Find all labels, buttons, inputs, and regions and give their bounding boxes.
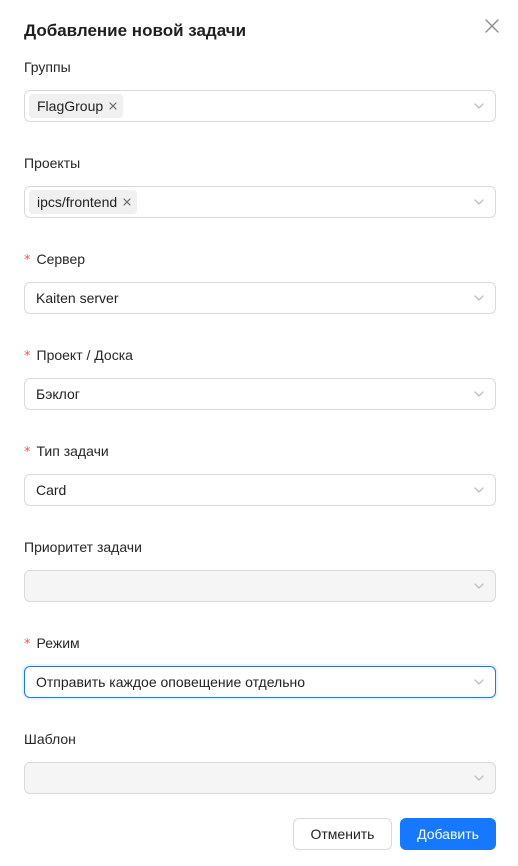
projects-label-text: Проекты <box>24 155 81 171</box>
server-select[interactable]: Kaiten server <box>24 282 496 314</box>
priority-label: Приоритет задачи <box>24 538 142 556</box>
remove-tag-icon[interactable] <box>107 100 119 112</box>
board-label-text: Проект / Доска <box>36 347 133 363</box>
modal-title: Добавление новой задачи <box>24 21 247 40</box>
priority-label-text: Приоритет задачи <box>24 539 142 555</box>
group-tag: FlagGroup <box>29 94 124 118</box>
chevron-down-icon <box>473 388 485 400</box>
submit-button[interactable]: Добавить <box>400 818 496 850</box>
chevron-down-icon <box>473 196 485 208</box>
groups-label-text: Группы <box>24 59 71 75</box>
template-label-text: Шаблон <box>24 731 76 747</box>
chevron-down-icon <box>473 580 485 592</box>
board-select[interactable]: Бэклог <box>24 378 496 410</box>
project-tag: ipcs/frontend <box>29 190 138 214</box>
mode-value: Отправить каждое оповещение отдельно <box>36 674 306 690</box>
server-label: * Сервер <box>24 250 85 270</box>
add-task-modal: Добавление новой задачи Группы FlagGroup… <box>0 0 518 866</box>
project-tag-label: ipcs/frontend <box>37 194 118 210</box>
groups-select[interactable]: FlagGroup <box>24 90 496 122</box>
projects-select[interactable]: ipcs/frontend <box>24 186 496 218</box>
server-label-text: Сервер <box>36 251 86 267</box>
mode-label-text: Режим <box>36 635 80 651</box>
projects-label: Проекты <box>24 154 80 172</box>
cancel-button[interactable]: Отменить <box>293 818 392 850</box>
mode-label: * Режим <box>24 634 80 654</box>
groups-label: Группы <box>24 58 71 76</box>
template-label: Шаблон <box>24 730 76 748</box>
chevron-down-icon <box>473 484 485 496</box>
required-mark: * <box>24 253 31 268</box>
task-type-value: Card <box>36 482 67 498</box>
group-tag-label: FlagGroup <box>37 98 104 114</box>
chevron-down-icon <box>473 772 485 784</box>
template-select[interactable] <box>24 762 496 794</box>
remove-tag-icon[interactable] <box>121 196 133 208</box>
close-icon[interactable] <box>482 16 502 36</box>
mode-select[interactable]: Отправить каждое оповещение отдельно <box>24 666 496 698</box>
required-mark: * <box>24 349 31 364</box>
board-label: * Проект / Доска <box>24 346 133 366</box>
chevron-down-icon <box>473 100 485 112</box>
priority-select[interactable] <box>24 570 496 602</box>
task-type-select[interactable]: Card <box>24 474 496 506</box>
chevron-down-icon <box>473 676 485 688</box>
task-type-label-text: Тип задачи <box>36 443 109 459</box>
required-mark: * <box>24 637 31 652</box>
task-type-label: * Тип задачи <box>24 442 109 462</box>
chevron-down-icon <box>473 292 485 304</box>
server-value: Kaiten server <box>36 290 119 306</box>
required-mark: * <box>24 445 31 460</box>
board-value: Бэклог <box>36 386 80 402</box>
